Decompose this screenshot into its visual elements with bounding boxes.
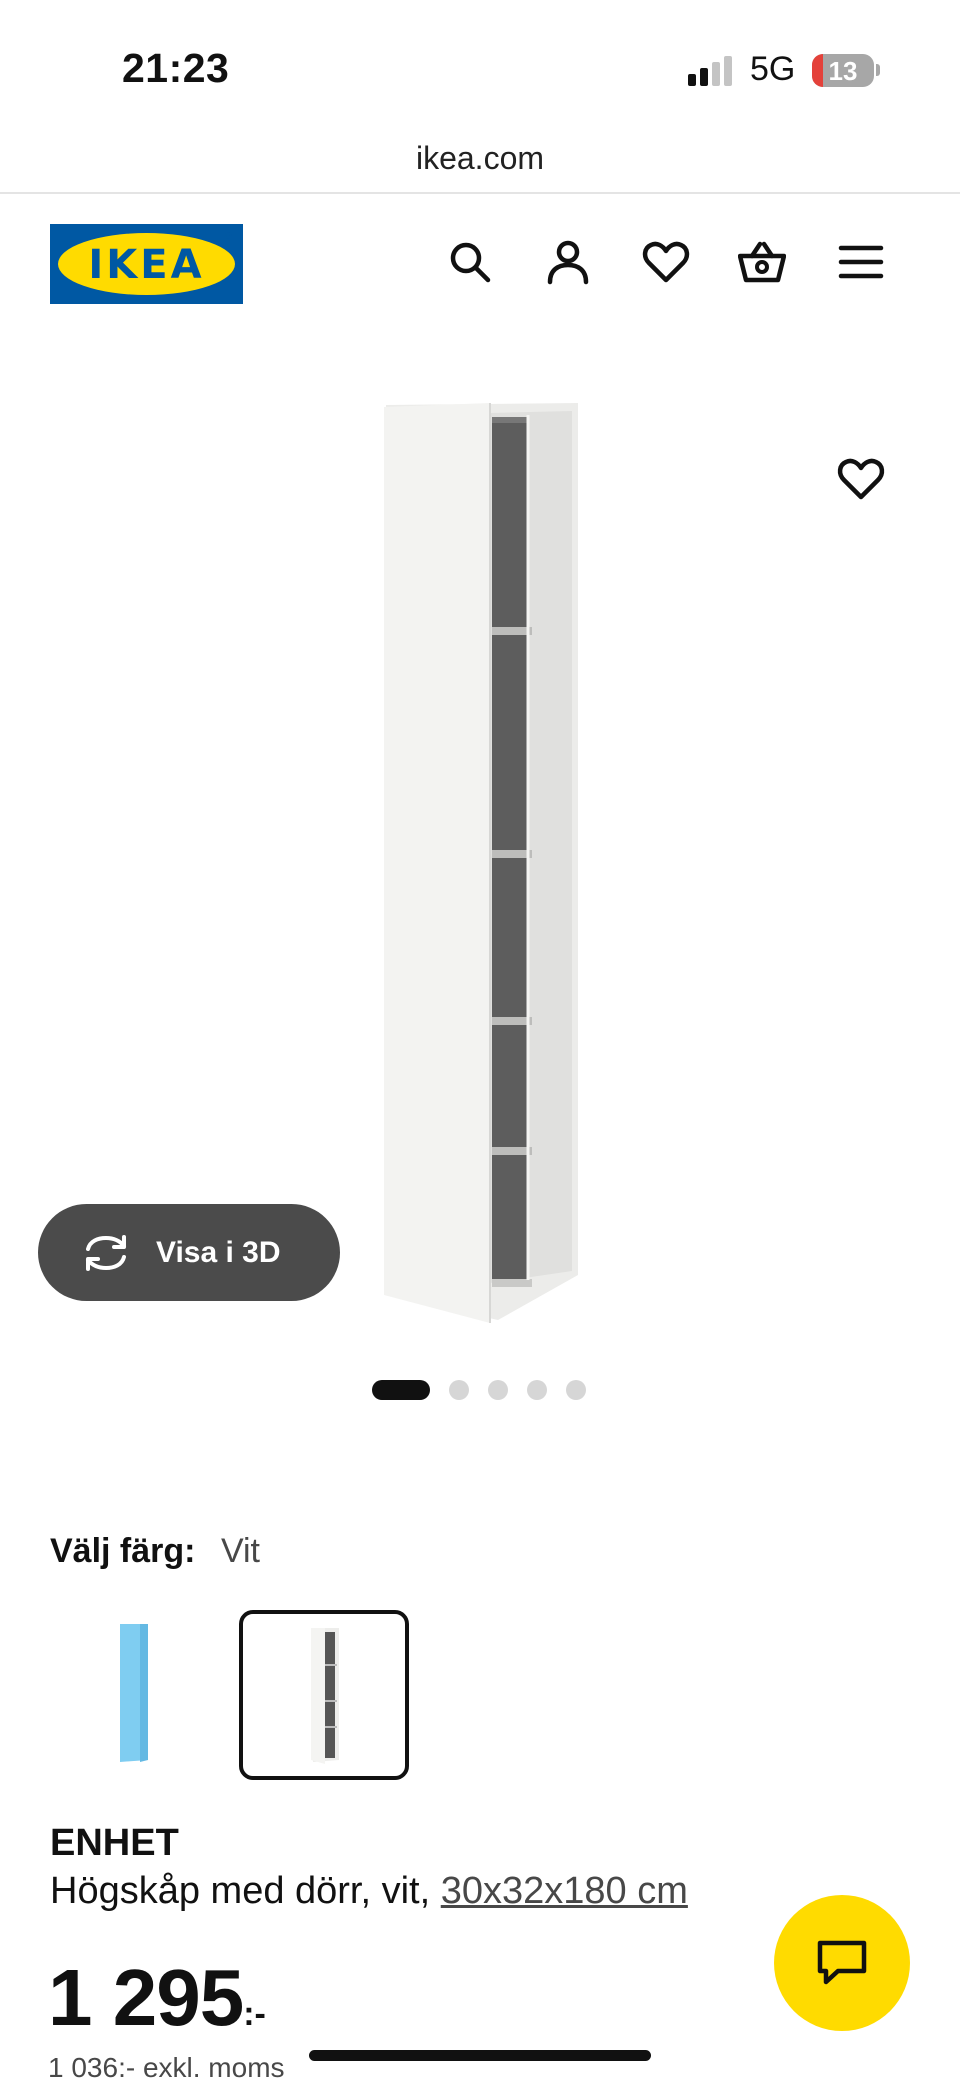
- view-in-3d-button[interactable]: Visa i 3D: [38, 1204, 340, 1301]
- pagination-dot-5[interactable]: [566, 1380, 586, 1400]
- network-type: 5G: [750, 50, 796, 88]
- gallery-pagination: [372, 1380, 605, 1400]
- color-label: Välj färg:: [50, 1532, 196, 1570]
- signal-icon: [688, 56, 736, 91]
- search-icon[interactable]: [446, 238, 494, 286]
- color-selector: Välj färg: Vit: [50, 1532, 260, 1571]
- product-description: Högskåp med dörr, vit, 30x32x180 cm: [50, 1870, 688, 1913]
- battery-nub: [876, 64, 880, 76]
- battery-icon: 13: [812, 54, 874, 87]
- pagination-dot-3[interactable]: [488, 1380, 508, 1400]
- pagination-dot-2[interactable]: [449, 1380, 469, 1400]
- view-in-3d-label: Visa i 3D: [156, 1235, 281, 1269]
- product-price: 1 295:-: [48, 1952, 266, 2044]
- product-name: ENHET: [50, 1822, 179, 1864]
- color-swatch-blue[interactable]: [50, 1610, 218, 1778]
- status-time: 21:23: [122, 45, 230, 91]
- product-dimensions-link[interactable]: 30x32x180 cm: [441, 1870, 688, 1912]
- url-bar[interactable]: ikea.com: [0, 140, 960, 177]
- menu-icon[interactable]: [837, 238, 885, 286]
- rotate-3d-icon: [86, 1234, 126, 1271]
- add-to-favourites-heart-icon[interactable]: [836, 455, 886, 503]
- price-excl-vat: 1 036:- exkl. moms: [48, 2052, 285, 2083]
- price-main: 1 295: [48, 1953, 244, 2042]
- home-indicator: [309, 2050, 651, 2061]
- pagination-dot-4[interactable]: [527, 1380, 547, 1400]
- heart-icon[interactable]: [642, 238, 690, 286]
- battery-level: 13: [828, 56, 858, 86]
- price-suffix: :-: [243, 1995, 266, 2033]
- product-description-text: Högskåp med dörr, vit,: [50, 1870, 431, 1912]
- basket-icon[interactable]: [737, 238, 787, 286]
- registered-mark: ®: [224, 231, 232, 242]
- ikea-logo[interactable]: IKEA ®: [50, 224, 243, 304]
- divider: [0, 192, 960, 194]
- chat-button[interactable]: [774, 1895, 910, 2031]
- account-icon[interactable]: [544, 238, 592, 286]
- pagination-dot-1[interactable]: [372, 1380, 430, 1400]
- chat-bubble-icon: [817, 1940, 867, 1985]
- product-image[interactable]: [380, 395, 580, 1330]
- color-swatch-white[interactable]: [239, 1610, 409, 1780]
- color-value: Vit: [220, 1532, 261, 1570]
- logo-text: IKEA: [88, 242, 205, 288]
